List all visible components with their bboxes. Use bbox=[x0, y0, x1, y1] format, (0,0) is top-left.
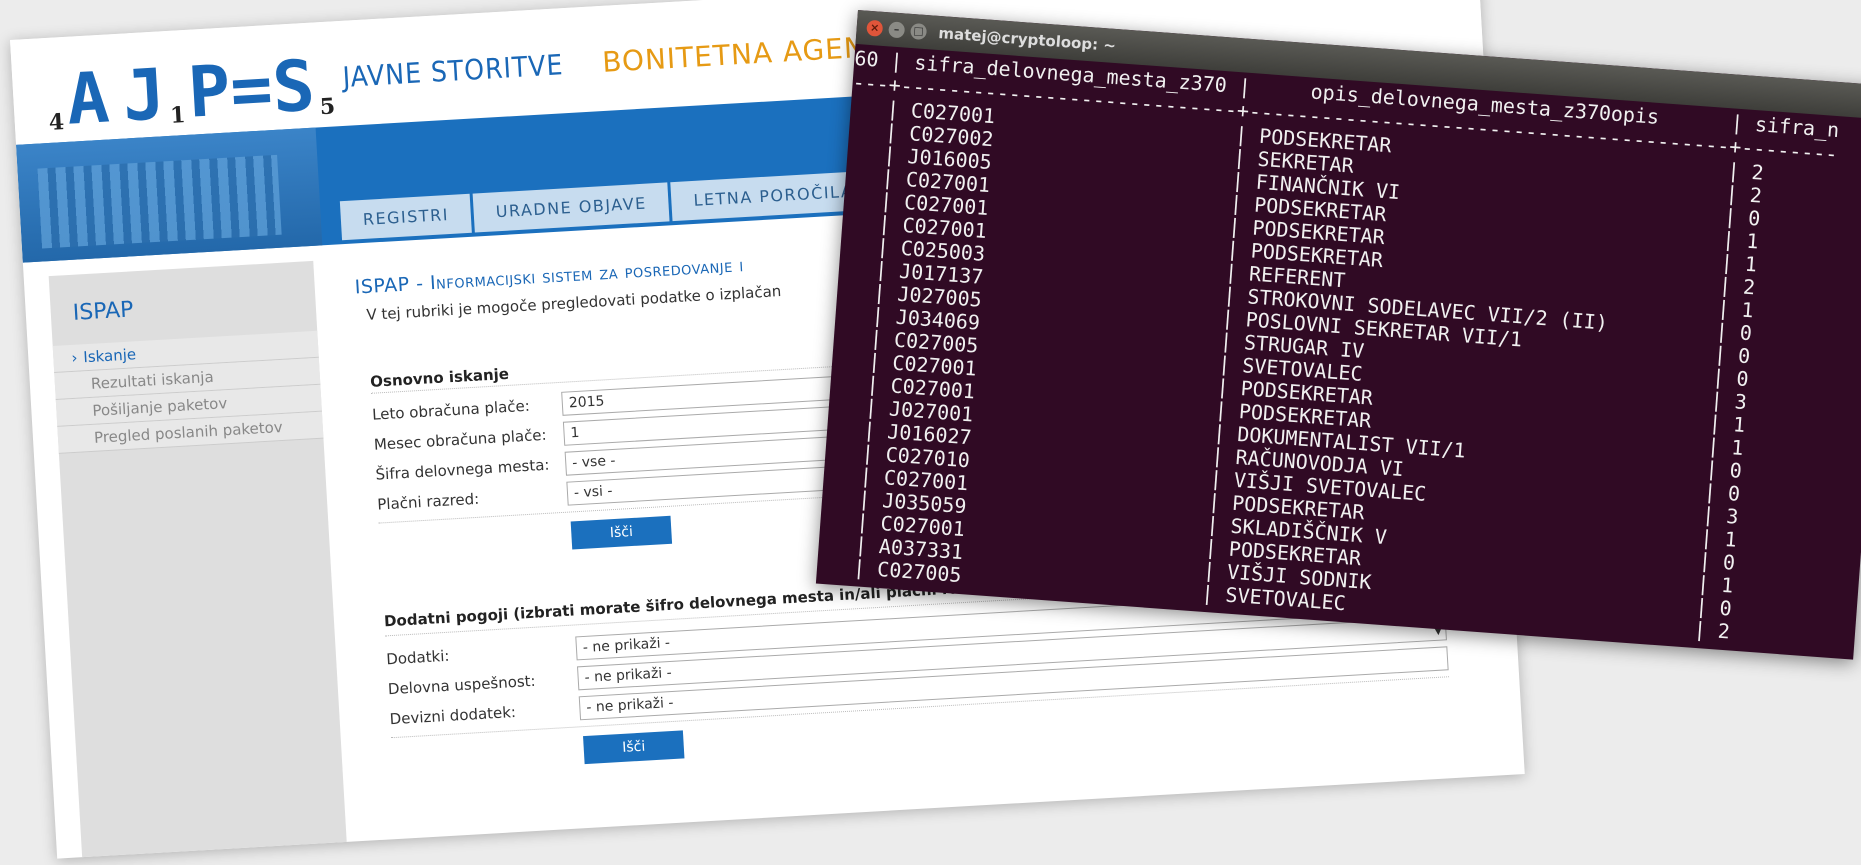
label-sifra: Šifra delovnega mesta: bbox=[375, 455, 550, 484]
sidebar: ISPAP Iskanje Rezultati iskanja Pošiljan… bbox=[48, 260, 348, 859]
label-leto: Leto obračuna plače: bbox=[371, 396, 531, 424]
logo-sub-1: 4 bbox=[48, 109, 65, 136]
uspesnost-value: - ne prikaži - bbox=[584, 664, 673, 686]
dodatki-value: - ne prikaži - bbox=[582, 635, 671, 657]
search-button[interactable]: Išči bbox=[570, 515, 673, 550]
maximize-icon[interactable]: □ bbox=[910, 22, 928, 41]
logo-letter-p: P bbox=[185, 49, 233, 134]
logo-letter-j: J bbox=[120, 53, 168, 138]
logo-letter-s: S bbox=[270, 44, 317, 129]
label-devizni: Devizni dodatek: bbox=[389, 703, 517, 729]
sidebar-title: ISPAP bbox=[72, 297, 135, 326]
logo-sub-3: 5 bbox=[319, 93, 336, 121]
logo-letter-a: A bbox=[64, 56, 112, 141]
logo-sub-2: 1 bbox=[169, 102, 187, 129]
terminal-window: × – □ matej@cryptoloop: ~ 60 | sifra_del… bbox=[815, 10, 1861, 660]
terminal-title: matej@cryptoloop: ~ bbox=[937, 23, 1117, 55]
label-mesec: Mesec obračuna plače: bbox=[373, 425, 548, 454]
label-uspesnost: Delovna uspešnost: bbox=[387, 671, 537, 699]
label-razred: Plačni razred: bbox=[376, 489, 480, 514]
tab-registri[interactable]: REGISTRI bbox=[339, 193, 472, 241]
logo-letter-eq: = bbox=[228, 47, 275, 132]
close-icon[interactable]: × bbox=[866, 19, 884, 37]
label-dodatki: Dodatki: bbox=[385, 646, 450, 669]
sidebar-menu: Iskanje Rezultati iskanja Pošiljanje pak… bbox=[52, 330, 324, 454]
search-button-extra[interactable]: Išči bbox=[583, 730, 685, 765]
building-photo bbox=[16, 127, 323, 263]
ajpes-logo[interactable]: 4 A J 1 P = S 5 bbox=[41, 39, 340, 141]
minimize-icon[interactable]: – bbox=[888, 21, 906, 39]
header-link-javne-storitve[interactable]: JAVNE STORITVE bbox=[342, 48, 565, 94]
